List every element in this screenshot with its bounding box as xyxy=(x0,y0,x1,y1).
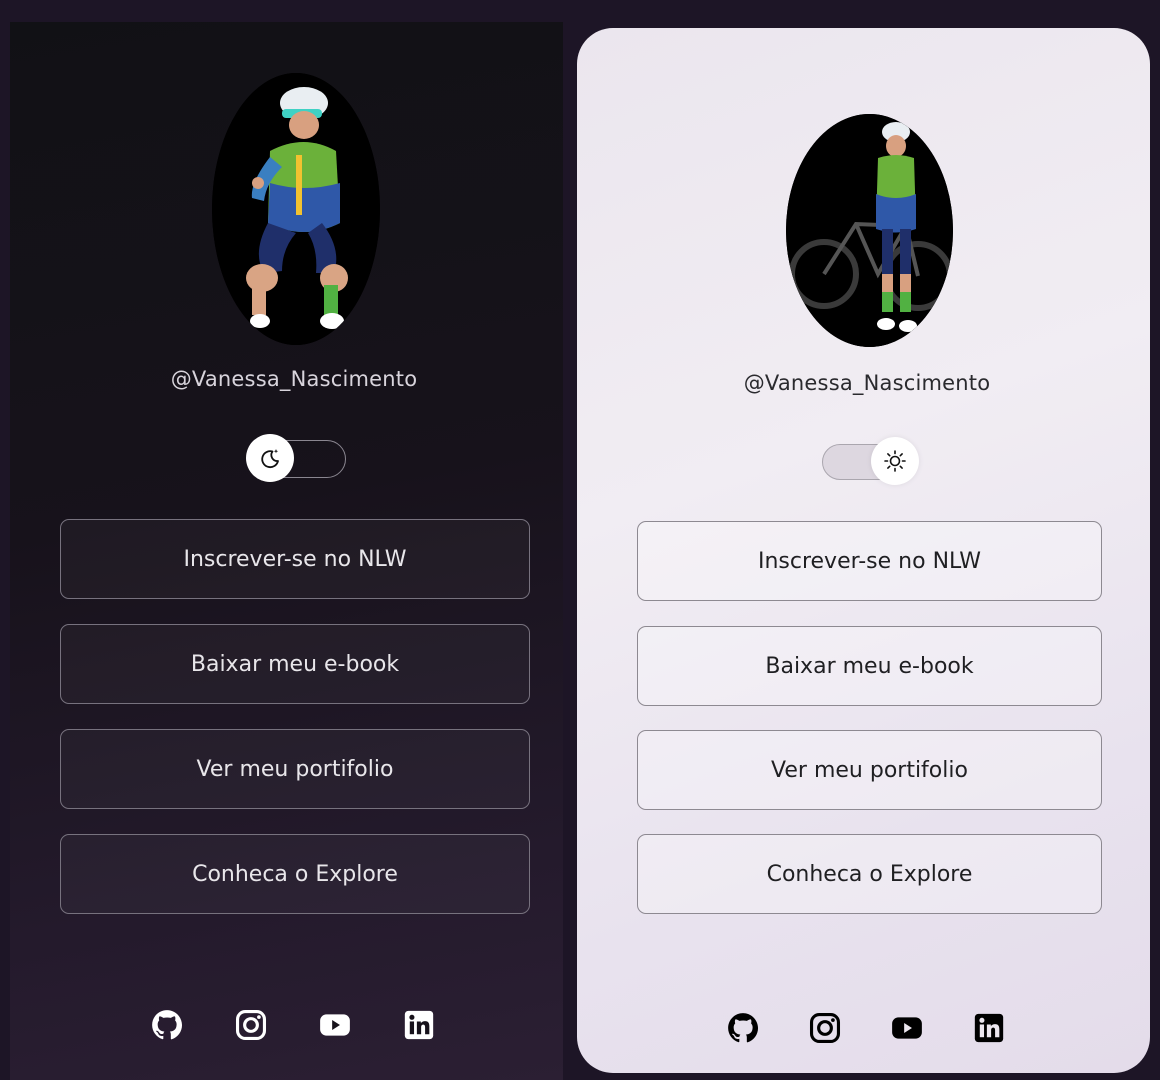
social-links xyxy=(150,1008,436,1042)
github-link[interactable] xyxy=(726,1011,760,1045)
btn-explore[interactable]: Conheca o Explore xyxy=(637,834,1102,914)
btn-nlw[interactable]: Inscrever-se no NLW xyxy=(60,519,530,599)
toggle-knob[interactable] xyxy=(871,437,919,485)
cyclist-with-bike-photo xyxy=(786,114,953,347)
light-theme-panel: @Vanessa_Nascimento Inscrever-se no NLW … xyxy=(577,28,1150,1073)
profile-avatar xyxy=(212,73,380,345)
linkedin-icon xyxy=(404,1010,434,1040)
github-link[interactable] xyxy=(150,1008,184,1042)
youtube-icon xyxy=(320,1014,350,1036)
btn-ebook[interactable]: Baixar meu e-book xyxy=(637,626,1102,706)
linkedin-icon xyxy=(974,1013,1004,1043)
instagram-link[interactable] xyxy=(808,1011,842,1045)
instagram-link[interactable] xyxy=(234,1008,268,1042)
instagram-icon xyxy=(235,1009,267,1041)
btn-nlw[interactable]: Inscrever-se no NLW xyxy=(637,521,1102,601)
instagram-icon xyxy=(809,1012,841,1044)
toggle-knob[interactable] xyxy=(246,434,294,482)
profile-handle: @Vanessa_Nascimento xyxy=(743,371,991,395)
btn-portfolio[interactable]: Ver meu portifolio xyxy=(637,730,1102,810)
profile-avatar xyxy=(786,114,953,347)
social-links xyxy=(726,1011,1006,1045)
btn-ebook[interactable]: Baixar meu e-book xyxy=(60,624,530,704)
btn-portfolio[interactable]: Ver meu portifolio xyxy=(60,729,530,809)
youtube-link[interactable] xyxy=(318,1008,352,1042)
cyclist-photo xyxy=(212,73,380,345)
moon-icon xyxy=(261,449,279,469)
linkedin-link[interactable] xyxy=(972,1011,1006,1045)
sun-icon xyxy=(884,450,906,472)
dark-theme-panel: @Vanessa_Nascimento Inscrever-se no NLW … xyxy=(10,22,563,1080)
linkedin-link[interactable] xyxy=(402,1008,436,1042)
theme-toggle[interactable] xyxy=(822,437,919,485)
github-icon xyxy=(152,1010,183,1040)
youtube-link[interactable] xyxy=(890,1011,924,1045)
theme-toggle[interactable] xyxy=(246,434,346,482)
btn-explore[interactable]: Conheca o Explore xyxy=(60,834,530,914)
profile-handle: @Vanessa_Nascimento xyxy=(170,367,418,391)
youtube-icon xyxy=(892,1017,922,1039)
github-icon xyxy=(728,1013,759,1043)
